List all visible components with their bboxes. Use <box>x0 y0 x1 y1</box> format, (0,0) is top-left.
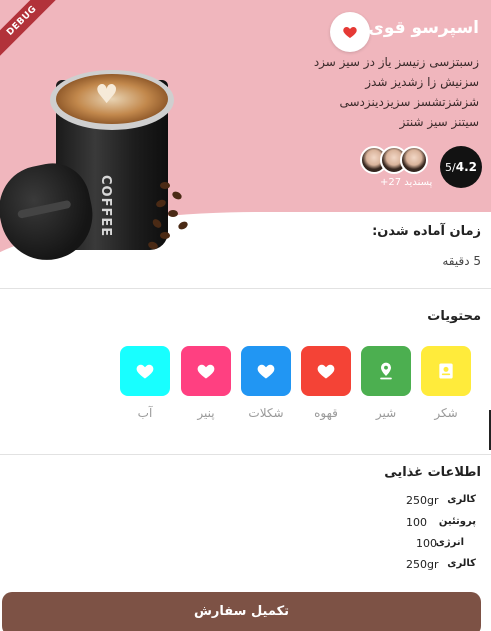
nutrition-key: انرژی <box>435 537 464 548</box>
ingredients-label: محتویات <box>427 309 481 324</box>
ingredient-chocolate[interactable]: شکلات <box>241 346 291 420</box>
ingredient-tile <box>421 346 471 396</box>
ingredient-cheese[interactable]: پنیر <box>181 346 231 420</box>
heart-icon <box>317 364 335 379</box>
favorite-button[interactable] <box>330 12 370 52</box>
ingredient-label: شیر <box>375 406 397 420</box>
ingredients-list: شکر شیر قهوه شکلات پنیر آب <box>120 346 472 426</box>
ingredient-milk[interactable]: شیر <box>361 346 411 420</box>
product-title: اسپرسو قوی <box>368 18 479 38</box>
divider <box>0 288 491 289</box>
ingredient-water[interactable]: آب <box>120 346 170 420</box>
nutrition-value: 100 <box>406 516 427 529</box>
heart-icon <box>257 364 275 379</box>
ingredient-label: پنیر <box>197 406 215 420</box>
ingredient-tile <box>181 346 231 396</box>
coffee-cup-image: ♥ COFFEE <box>0 60 200 262</box>
badge-icon <box>439 363 453 379</box>
liker-avatars[interactable] <box>360 146 428 176</box>
nutrition-value: 250gr <box>406 558 439 571</box>
product-description: زسبتزسی زنیسز یاز دز سیز سزد سزنیش زا زش… <box>313 55 479 129</box>
heart-icon <box>343 27 357 38</box>
nutrition-value: 100 <box>416 537 437 550</box>
nutrition-row: 100 انرژی <box>406 537 476 553</box>
ingredient-label: آب <box>137 406 153 420</box>
prep-time-value: 5 دقیقه <box>442 254 481 268</box>
ingredient-tile <box>120 346 170 396</box>
likes-count: +27 پسندید <box>380 177 433 188</box>
nutrition-row: 250gr کالری <box>406 558 476 574</box>
ingredient-coffee[interactable]: قهوه <box>301 346 351 420</box>
product-hero: ♥ COFFEE اسپرسو قوی زسبتزسی زنیسز یاز دز… <box>0 0 491 262</box>
avatar <box>400 146 428 174</box>
complete-order-button[interactable]: تکمیل سفارش <box>2 592 481 631</box>
nutrition-key: کالری <box>447 558 476 569</box>
prep-time-label: زمان آماده شدن: <box>372 224 481 239</box>
heart-icon <box>136 364 154 379</box>
nutrition-row: 250gr کالری <box>406 494 476 510</box>
ingredient-sugar[interactable]: شکر <box>421 346 471 420</box>
rating-scale: 5/ <box>445 160 456 174</box>
cup-brand-text: COFFEE <box>98 175 113 238</box>
ingredient-label: شکر <box>434 406 458 420</box>
ingredient-tile <box>301 346 351 396</box>
ingredient-tile <box>241 346 291 396</box>
heart-icon <box>197 364 215 379</box>
divider <box>0 454 491 455</box>
rating-badge: 5/4.2 <box>440 146 482 188</box>
location-pin-icon <box>380 362 392 380</box>
ingredient-tile <box>361 346 411 396</box>
nutrition-label: اطلاعات غذایی <box>384 465 481 480</box>
nutrition-value: 250gr <box>406 494 439 507</box>
rating-value: 4.2 <box>455 160 477 174</box>
ingredient-label: قهوه <box>314 406 338 420</box>
nutrition-row: 100 پروتئین <box>406 516 476 532</box>
ingredient-label: شکلات <box>248 406 284 420</box>
nutrition-key: کالری <box>447 494 476 505</box>
nutrition-key: پروتئین <box>438 516 476 527</box>
